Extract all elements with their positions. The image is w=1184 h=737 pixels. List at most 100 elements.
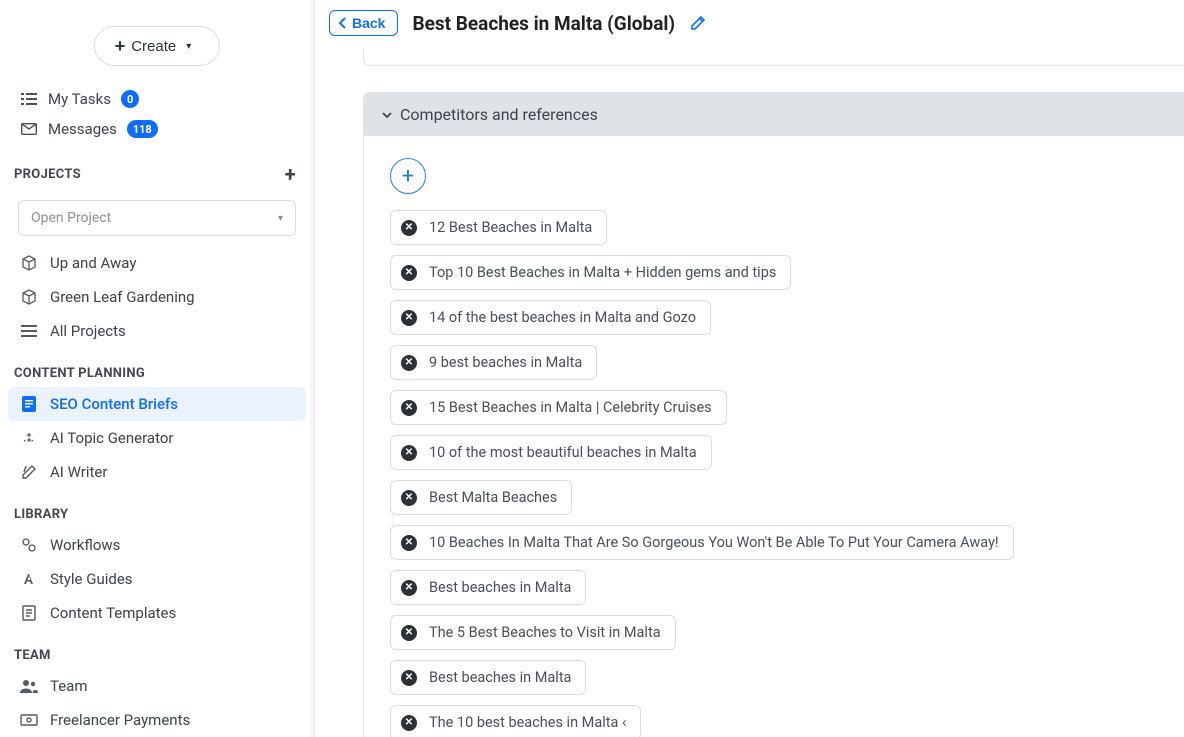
competitors-panel: Competitors and references + ✕ 12 Best Be… — [363, 92, 1184, 737]
section-header-team: TEAM — [0, 630, 314, 669]
nav-item-label: SEO Content Briefs — [50, 395, 178, 413]
competitor-chip[interactable]: ✕10 Beaches In Malta That Are So Gorgeou… — [390, 525, 1014, 560]
chip-label: Best beaches in Malta — [429, 669, 571, 686]
competitor-chip[interactable]: ✕ The 5 Best Beaches to Visit in Malta — [390, 615, 676, 650]
remove-chip-button[interactable]: ✕ — [401, 355, 417, 371]
people-icon — [20, 679, 38, 693]
remove-chip-button[interactable]: ✕ — [401, 220, 417, 236]
sidebar-item-label: My Tasks — [48, 90, 111, 108]
nav-style-guides[interactable]: Style Guides — [0, 562, 314, 596]
caret-down-icon: ▾ — [278, 213, 283, 224]
gears-icon — [20, 537, 38, 553]
plus-icon: + — [402, 164, 414, 189]
competitor-chip-list: ✕ 12 Best Beaches in Malta ✕ Top 10 Best Be… — [390, 210, 1158, 737]
list-icon — [20, 324, 38, 338]
sparkle-icon — [20, 430, 38, 446]
topbar: Back Best Beaches in Malta (Global) — [315, 0, 1184, 48]
competitors-panel-header[interactable]: Competitors and references — [364, 93, 1184, 136]
nav-ai-topic-generator[interactable]: AI Topic Generator — [0, 421, 314, 455]
nav-item-label: AI Writer — [50, 463, 107, 481]
plus-icon: + — [115, 37, 126, 55]
sidebar-my-tasks[interactable]: My Tasks 0 — [0, 84, 314, 114]
remove-chip-button[interactable]: ✕ — [401, 445, 417, 461]
competitors-panel-body: + ✕ 12 Best Beaches in Malta ✕ Top 10 Best … — [364, 136, 1184, 737]
sidebar-messages[interactable]: Messages 118 — [0, 114, 314, 144]
remove-chip-button[interactable]: ✕ — [401, 400, 417, 416]
open-project-dropdown[interactable]: Open Project ▾ — [18, 200, 296, 236]
remove-chip-button[interactable]: ✕ — [401, 535, 417, 551]
chip-label: The 5 Best Beaches to Visit in Malta — [429, 624, 661, 641]
project-item-up-and-away[interactable]: Up and Away — [0, 246, 314, 280]
remove-chip-button[interactable]: ✕ — [401, 490, 417, 506]
competitor-chip[interactable]: ✕ 15 Best Beaches in Malta | Celebrity Cr… — [390, 390, 727, 425]
template-icon — [20, 605, 38, 621]
panel-title: Competitors and references — [400, 105, 598, 124]
create-button[interactable]: + Create ▾ — [94, 26, 221, 66]
remove-chip-button[interactable]: ✕ — [401, 715, 417, 731]
nav-seo-content-briefs[interactable]: SEO Content Briefs — [8, 387, 306, 421]
nav-item-label: Up and Away — [50, 254, 136, 272]
add-project-button[interactable]: + — [285, 162, 296, 186]
competitor-chip[interactable]: ✕ Best beaches in Malta — [390, 660, 586, 695]
nav-freelancer-payments[interactable]: Freelancer Payments — [0, 703, 314, 737]
open-project-label: Open Project — [31, 210, 111, 226]
tasks-icon — [20, 91, 38, 107]
nav-item-label: Team — [50, 677, 88, 695]
section-header-label: PROJECTS — [14, 167, 81, 182]
back-button[interactable]: Back — [329, 10, 398, 36]
nav-item-label: All Projects — [50, 322, 126, 340]
competitor-chip[interactable]: ✕ 9 best beaches in Malta — [390, 345, 597, 380]
remove-chip-button[interactable]: ✕ — [401, 310, 417, 326]
competitor-chip[interactable]: ✕ Best Malta Beaches — [390, 480, 572, 515]
chevron-down-icon — [382, 111, 392, 119]
competitor-chip[interactable]: ✕ Best beaches in Malta — [390, 570, 586, 605]
nav-item-label: Style Guides — [50, 570, 133, 588]
box-icon — [20, 255, 38, 271]
edit-title-button[interactable] — [689, 15, 706, 32]
project-item-green-leaf[interactable]: Green Leaf Gardening — [0, 280, 314, 314]
chip-label: The 10 best beaches in Malta ‹ — [429, 714, 626, 731]
competitor-chip[interactable]: ✕ The 10 best beaches in Malta ‹ — [390, 705, 641, 737]
pen-icon — [20, 464, 38, 480]
sidebar-scrollbar[interactable] — [310, 0, 314, 737]
my-tasks-badge: 0 — [121, 90, 139, 108]
content-area: Competitors and references + ✕ 12 Best Be… — [315, 48, 1184, 737]
remove-chip-button[interactable]: ✕ — [401, 625, 417, 641]
typography-icon — [20, 571, 38, 587]
nav-item-label: Content Templates — [50, 604, 176, 622]
chip-label: 10 of the most beautiful beaches in Malt… — [429, 444, 697, 461]
nav-content-templates[interactable]: Content Templates — [0, 596, 314, 630]
competitor-chip[interactable]: ✕ 10 of the most beautiful beaches in Mal… — [390, 435, 712, 470]
nav-ai-writer[interactable]: AI Writer — [0, 455, 314, 489]
chip-label: Best Malta Beaches — [429, 489, 557, 506]
nav-item-label: AI Topic Generator — [50, 429, 173, 447]
competitor-chip[interactable]: ✕ 12 Best Beaches in Malta — [390, 210, 607, 245]
back-button-label: Back — [352, 15, 385, 31]
project-item-all-projects[interactable]: All Projects — [0, 314, 314, 348]
page-title: Best Beaches in Malta (Global) — [412, 12, 675, 35]
section-header-label: CONTENT PLANNING — [14, 366, 145, 381]
sidebar-item-label: Messages — [48, 120, 117, 138]
competitor-chip[interactable]: ✕14 of the best beaches in Malta and Goz… — [390, 300, 711, 335]
add-competitor-button[interactable]: + — [390, 158, 426, 194]
document-icon — [20, 396, 38, 412]
chip-label: Top 10 Best Beaches in Malta + Hidden ge… — [429, 264, 776, 281]
remove-chip-button[interactable]: ✕ — [401, 265, 417, 281]
remove-chip-button[interactable]: ✕ — [401, 670, 417, 686]
nav-workflows[interactable]: Workflows — [0, 528, 314, 562]
nav-item-label: Green Leaf Gardening — [50, 288, 195, 306]
chevron-left-icon — [338, 17, 348, 29]
competitor-chip[interactable]: ✕ Top 10 Best Beaches in Malta + Hidden g… — [390, 255, 791, 290]
chip-label: 9 best beaches in Malta — [429, 354, 582, 371]
section-header-content-planning: CONTENT PLANNING — [0, 348, 314, 387]
chip-label: 15 Best Beaches in Malta | Celebrity Cru… — [429, 399, 712, 416]
section-header-projects: PROJECTS + — [0, 144, 314, 192]
chip-label: 12 Best Beaches in Malta — [429, 219, 592, 236]
main: Back Best Beaches in Malta (Global) Comp… — [315, 0, 1184, 737]
section-header-library: LIBRARY — [0, 489, 314, 528]
chip-label: Best beaches in Malta — [429, 579, 571, 596]
section-header-label: LIBRARY — [14, 507, 68, 522]
remove-chip-button[interactable]: ✕ — [401, 580, 417, 596]
nav-team[interactable]: Team — [0, 669, 314, 703]
sidebar: + Create ▾ My Tasks 0 Messages 118 PROJE… — [0, 0, 315, 737]
